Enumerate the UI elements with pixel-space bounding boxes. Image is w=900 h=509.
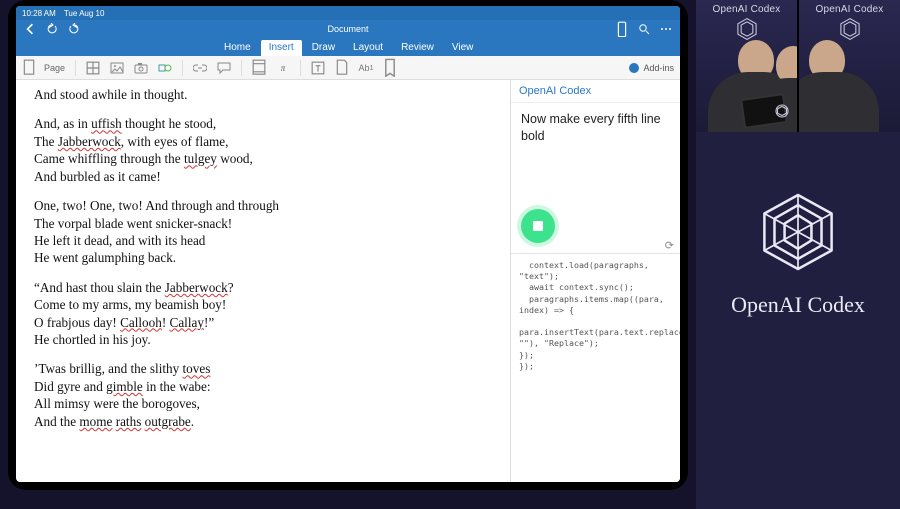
text-box-icon[interactable]: [311, 61, 325, 75]
header-footer-icon[interactable]: [252, 61, 266, 75]
doc-line: O frabjous day! Callooh! Callay!”: [34, 314, 496, 331]
addins-label: Add-ins: [643, 63, 674, 73]
presentation-sidebar: OpenAI Codex OpenAI Codex: [696, 0, 900, 509]
doc-line: And burbled as it came!: [34, 168, 496, 185]
video-tile: OpenAI Codex: [797, 0, 900, 132]
stop-button[interactable]: [521, 209, 555, 243]
equation-icon[interactable]: π: [276, 61, 290, 75]
camera-icon[interactable]: [134, 61, 148, 75]
doc-line: And, as in uffish thought he stood,: [34, 115, 496, 132]
work-area: And stood awhile in thought. And, as in …: [16, 80, 680, 482]
doc-line: Came whiffling through the tulgey wood,: [34, 150, 496, 167]
separator: [300, 60, 301, 76]
brand-block: OpenAI Codex: [696, 190, 900, 318]
brand-title: OpenAI Codex: [696, 292, 900, 318]
presenter-figure: [797, 32, 900, 132]
reload-icon[interactable]: ⟳: [665, 239, 674, 252]
document-title: Document: [16, 24, 680, 34]
footnote-icon[interactable]: Ab1: [359, 61, 373, 75]
page-icon[interactable]: [22, 61, 36, 75]
word-app: 10:28 AM Tue Aug 10 Document Home: [16, 6, 680, 482]
doc-line: Did gyre and gimble in the wabe:: [34, 378, 496, 395]
link-icon[interactable]: [193, 61, 207, 75]
doc-line: The Jabberwock, with eyes of flame,: [34, 133, 496, 150]
presentation-stage: 10:28 AM Tue Aug 10 Document Home: [0, 0, 900, 509]
doc-line: And the mome raths outgrabe.: [34, 413, 496, 430]
status-time: 10:28 AM: [22, 9, 56, 18]
doc-line: One, two! One, two! And through and thro…: [34, 197, 496, 214]
doc-line: Come to my arms, my beamish boy!: [34, 296, 496, 313]
picture-icon[interactable]: [110, 61, 124, 75]
more-icon[interactable]: [660, 23, 672, 35]
task-pane-title: OpenAI Codex: [511, 80, 680, 103]
ribbon-toolbar: Page π Ab1 Add-ins: [16, 56, 680, 80]
separator: [182, 60, 183, 76]
doc-line: “And hast thou slain the Jabberwock?: [34, 279, 496, 296]
video-tile-label: OpenAI Codex: [799, 4, 900, 15]
table-icon[interactable]: [86, 61, 100, 75]
tab-home[interactable]: Home: [216, 40, 259, 56]
codex-task-pane: OpenAI Codex Now make every fifth line b…: [510, 80, 680, 482]
video-row: OpenAI Codex OpenAI Codex: [696, 0, 900, 132]
doc-line: All mimsy were the borogoves,: [34, 395, 496, 412]
shapes-icon[interactable]: [158, 61, 172, 75]
page-label: Page: [44, 63, 65, 73]
undo-icon[interactable]: [46, 23, 58, 35]
video-tile: OpenAI Codex: [696, 0, 797, 132]
doc-line: The vorpal blade went snicker-snack!: [34, 215, 496, 232]
back-icon[interactable]: [24, 23, 36, 35]
device-icon[interactable]: [616, 23, 628, 35]
codex-logo-icon: [756, 190, 840, 274]
separator: [75, 60, 76, 76]
stop-icon: [533, 221, 543, 231]
document-body[interactable]: And stood awhile in thought. And, as in …: [16, 80, 510, 482]
addins-button[interactable]: Add-ins: [629, 63, 674, 73]
video-tile-label: OpenAI Codex: [696, 4, 797, 15]
doc-line: ’Twas brillig, and the slithy toves: [34, 360, 496, 377]
tab-insert[interactable]: Insert: [261, 40, 302, 56]
doc-line: And stood awhile in thought.: [34, 86, 496, 103]
status-date: Tue Aug 10: [64, 9, 105, 18]
openai-logo-icon: [773, 102, 791, 120]
prompt-input[interactable]: Now make every fifth line bold: [511, 103, 680, 203]
ribbon-tabs: Home Insert Draw Layout Review View: [16, 38, 680, 56]
tab-view[interactable]: View: [444, 40, 482, 56]
tab-draw[interactable]: Draw: [304, 40, 343, 56]
doc-line: He left it dead, and with its head: [34, 232, 496, 249]
title-bar: Document: [16, 20, 680, 38]
doc-line: He went galumphing back.: [34, 249, 496, 266]
tab-layout[interactable]: Layout: [345, 40, 391, 56]
code-output: context.load(paragraphs, "text"); await …: [511, 253, 680, 378]
tablet-frame: 10:28 AM Tue Aug 10 Document Home: [8, 0, 688, 490]
comment-icon[interactable]: [217, 61, 231, 75]
tab-review[interactable]: Review: [393, 40, 442, 56]
addins-icon: [629, 63, 639, 73]
insert-file-icon[interactable]: [335, 61, 349, 75]
search-icon[interactable]: [638, 23, 650, 35]
ios-status-bar: 10:28 AM Tue Aug 10: [16, 6, 680, 20]
redo-icon[interactable]: [68, 23, 80, 35]
separator: [241, 60, 242, 76]
bookmark-icon[interactable]: [383, 61, 397, 75]
doc-line: He chortled in his joy.: [34, 331, 496, 348]
